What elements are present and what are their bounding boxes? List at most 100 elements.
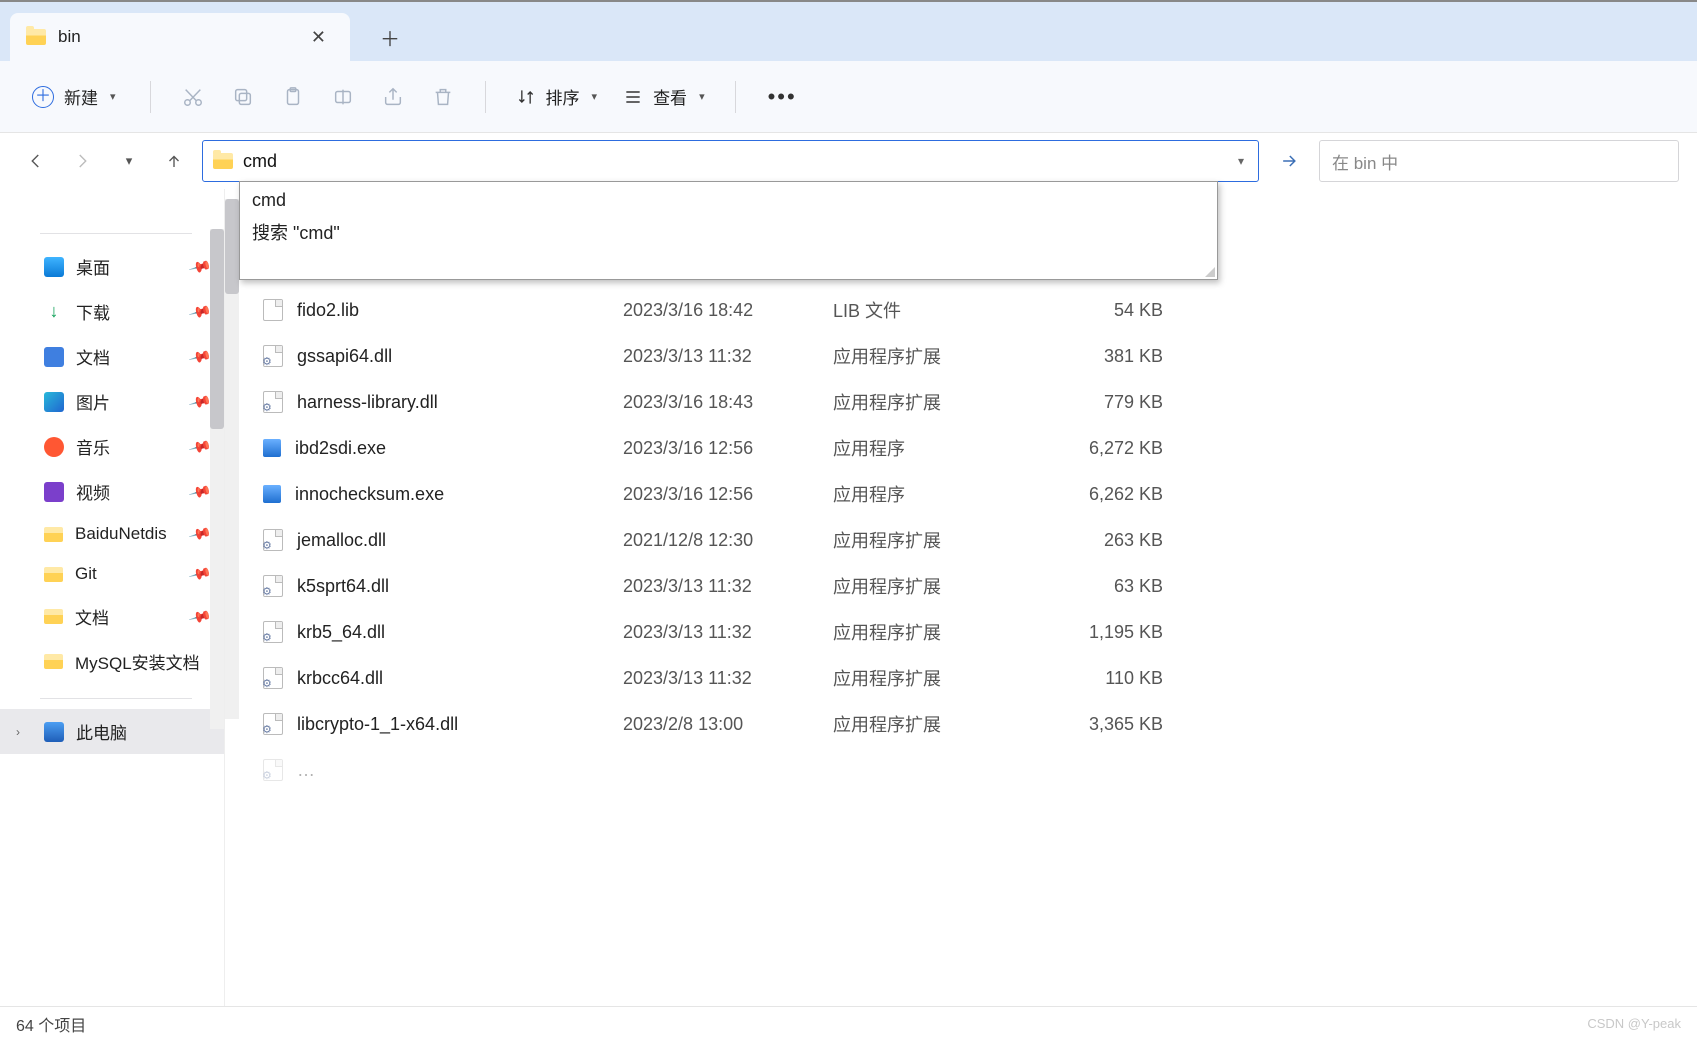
copy-button[interactable] — [221, 75, 265, 119]
sidebar-item[interactable]: Git📌 — [0, 554, 224, 594]
folder-icon — [26, 29, 46, 45]
file-name: innochecksum.exe — [295, 484, 444, 505]
suggestion-item[interactable]: 搜索 "cmd" — [240, 215, 1217, 249]
delete-button[interactable] — [421, 75, 465, 119]
file-icon — [263, 713, 283, 735]
table-row[interactable]: jemalloc.dll2021/12/8 12:30应用程序扩展263 KB — [253, 517, 1697, 563]
up-button[interactable] — [156, 143, 192, 179]
folder-icon — [44, 654, 63, 669]
share-button[interactable] — [371, 75, 415, 119]
file-size: 6,272 KB — [1033, 438, 1163, 459]
cut-button[interactable] — [171, 75, 215, 119]
go-button[interactable] — [1269, 141, 1309, 181]
sidebar-item[interactable]: BaiduNetdis📌 — [0, 514, 224, 554]
sidebar-item-label: Git — [75, 564, 97, 584]
table-row: … — [253, 747, 1697, 793]
search-input[interactable]: 在 bin 中 — [1319, 140, 1679, 182]
file-list: comerr64.dll2023/3/13 11:32应用程序扩展16 KBfi… — [225, 189, 1697, 1006]
view-label: 查看 — [653, 84, 687, 109]
table-row[interactable]: krb5_64.dll2023/3/13 11:32应用程序扩展1,195 KB — [253, 609, 1697, 655]
recent-button[interactable]: ▾ — [110, 143, 146, 179]
sidebar-item[interactable]: 音乐📌 — [0, 424, 224, 469]
sidebar-item-label: 图片 — [76, 389, 110, 414]
table-row[interactable]: harness-library.dll2023/3/16 18:43应用程序扩展… — [253, 379, 1697, 425]
chevron-right-icon[interactable]: › — [16, 725, 20, 739]
view-icon — [623, 87, 643, 107]
desktop-icon — [44, 257, 64, 277]
file-date: 2023/3/16 18:42 — [623, 300, 833, 321]
toolbar: ＋ 新建 ▾ 排序 ▾ 查看 ▾ ••• — [0, 61, 1697, 133]
sidebar-item[interactable]: ↓下载📌 — [0, 289, 224, 334]
table-row[interactable]: libcrypto-1_1-x64.dll2023/2/8 13:00应用程序扩… — [253, 701, 1697, 747]
folder-icon — [44, 527, 63, 542]
tab-active[interactable]: bin ✕ — [10, 13, 350, 61]
table-row[interactable]: krbcc64.dll2023/3/13 11:32应用程序扩展110 KB — [253, 655, 1697, 701]
sidebar-item-label: 视频 — [76, 479, 110, 504]
search-placeholder: 在 bin 中 — [1332, 149, 1398, 174]
sidebar-item[interactable]: 图片📌 — [0, 379, 224, 424]
pc-icon — [44, 722, 64, 742]
folder-icon — [44, 567, 63, 582]
file-icon — [263, 529, 283, 551]
item-count: 64 个项目 — [16, 1012, 86, 1036]
file-size: 1,195 KB — [1033, 622, 1163, 643]
file-date: 2023/3/16 12:56 — [623, 438, 833, 459]
view-button[interactable]: 查看 ▾ — [613, 76, 715, 117]
file-icon — [263, 299, 283, 321]
sidebar-item[interactable]: 文档📌 — [0, 334, 224, 379]
main: 桌面📌↓下载📌文档📌图片📌音乐📌视频📌BaiduNetdis📌Git📌文档📌My… — [0, 189, 1697, 1006]
table-row[interactable]: innochecksum.exe2023/3/16 12:56应用程序6,262… — [253, 471, 1697, 517]
file-type: 应用程序扩展 — [833, 527, 1033, 553]
back-button[interactable] — [18, 143, 54, 179]
file-type: 应用程序 — [833, 435, 1033, 461]
sidebar-item[interactable]: 桌面📌 — [0, 244, 224, 289]
address-input[interactable] — [243, 151, 1234, 172]
file-icon — [263, 345, 283, 367]
sidebar-item-pc[interactable]: › 此电脑 — [0, 709, 224, 754]
file-size: 63 KB — [1033, 576, 1163, 597]
music-icon — [44, 437, 64, 457]
file-type: 应用程序扩展 — [833, 573, 1033, 599]
sort-label: 排序 — [546, 84, 580, 109]
new-button[interactable]: ＋ 新建 ▾ — [18, 76, 130, 117]
file-date: 2023/3/13 11:32 — [623, 622, 833, 643]
resize-handle[interactable] — [1203, 265, 1215, 277]
new-tab-button[interactable]: ＋ — [370, 17, 410, 57]
file-icon — [263, 485, 281, 503]
file-name: krbcc64.dll — [297, 668, 383, 689]
chevron-down-icon[interactable]: ▾ — [1234, 154, 1248, 168]
paste-button[interactable] — [271, 75, 315, 119]
table-row[interactable]: ibd2sdi.exe 2023/3/16 12:56应用程序6,272 KB — [253, 425, 1697, 471]
file-name: ibd2sdi.exe — [295, 438, 386, 459]
file-size: 779 KB — [1033, 392, 1163, 413]
file-type: 应用程序扩展 — [833, 711, 1033, 737]
folder-icon — [44, 609, 63, 624]
chevron-down-icon: ▾ — [699, 90, 705, 103]
close-icon[interactable]: ✕ — [303, 23, 334, 52]
table-row[interactable]: fido2.lib2023/3/16 18:42LIB 文件54 KB — [253, 287, 1697, 333]
address-bar[interactable]: ▾ cmd 搜索 "cmd" — [202, 140, 1259, 182]
file-date: 2023/3/16 18:43 — [623, 392, 833, 413]
scrollbar-thumb[interactable] — [210, 229, 224, 429]
file-size: 3,365 KB — [1033, 714, 1163, 735]
sort-icon — [516, 87, 536, 107]
file-size: 263 KB — [1033, 530, 1163, 551]
table-row[interactable]: k5sprt64.dll2023/3/13 11:32应用程序扩展63 KB — [253, 563, 1697, 609]
table-row[interactable]: gssapi64.dll2023/3/13 11:32应用程序扩展381 KB — [253, 333, 1697, 379]
more-button[interactable]: ••• — [756, 76, 809, 118]
sidebar-item[interactable]: 文档📌 — [0, 594, 224, 639]
suggestion-item[interactable]: cmd — [240, 186, 1217, 215]
file-name: fido2.lib — [297, 300, 359, 321]
divider — [150, 81, 151, 113]
rename-button[interactable] — [321, 75, 365, 119]
scrollbar-thumb[interactable] — [225, 199, 239, 294]
sidebar: 桌面📌↓下载📌文档📌图片📌音乐📌视频📌BaiduNetdis📌Git📌文档📌My… — [0, 189, 225, 1006]
video-icon — [44, 482, 64, 502]
tab-title: bin — [58, 27, 81, 47]
divider — [485, 81, 486, 113]
sort-button[interactable]: 排序 ▾ — [506, 76, 608, 117]
forward-button[interactable] — [64, 143, 100, 179]
download-icon: ↓ — [44, 302, 64, 322]
sidebar-item[interactable]: MySQL安装文档 — [0, 639, 224, 684]
sidebar-item[interactable]: 视频📌 — [0, 469, 224, 514]
